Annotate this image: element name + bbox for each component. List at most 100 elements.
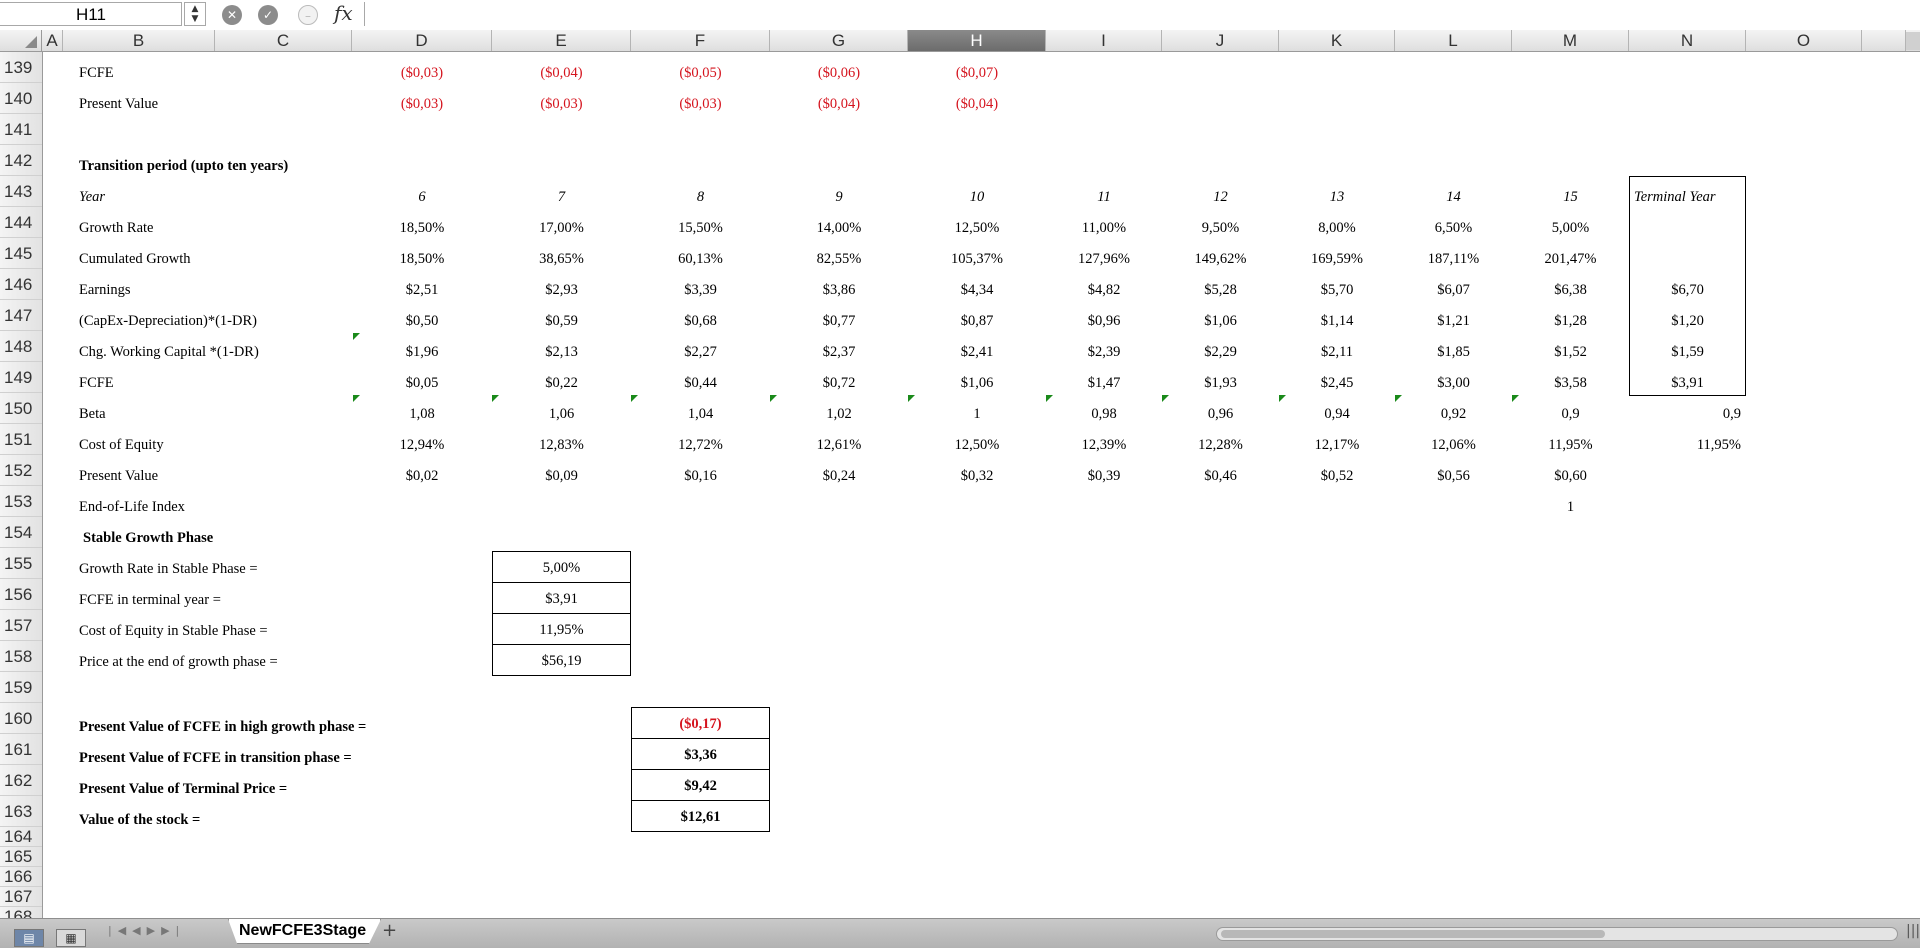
transition-working-capital-cell[interactable]: $2,37 (770, 337, 908, 368)
comment-marker[interactable] (631, 395, 638, 402)
vertical-scrollbar[interactable] (1906, 32, 1920, 50)
transition-capex-cell[interactable]: $1,21 (1395, 306, 1512, 337)
transition-beta-cell[interactable]: 1,02 (770, 399, 908, 430)
transition-present-value-cell[interactable]: $0,56 (1395, 461, 1512, 492)
transition-earnings-cell[interactable]: $5,70 (1279, 275, 1395, 306)
stable-growth-value[interactable]: 5,00% (492, 551, 631, 583)
transition-beta-cell[interactable]: 0,98 (1046, 399, 1162, 430)
transition-growth-rate-cell[interactable]: 18,50% (352, 213, 492, 244)
column-header-n[interactable]: N (1629, 30, 1746, 51)
transition-capex-cell[interactable]: $1,14 (1279, 306, 1395, 337)
transition-growth-rate-cell[interactable]: 9,50% (1162, 213, 1279, 244)
sheet-tab-newfcfe3stage[interactable]: NewFCFE3Stage (228, 919, 382, 944)
transition-year-cell[interactable]: 9 (770, 182, 908, 213)
comment-marker[interactable] (353, 395, 360, 402)
transition-beta-cell[interactable]: 1,08 (352, 399, 492, 430)
column-header-b[interactable]: B (63, 30, 215, 51)
comment-marker[interactable] (1046, 395, 1053, 402)
row-header[interactable]: 140 (0, 83, 42, 114)
page-layout-view-icon[interactable]: ▦ (56, 929, 86, 947)
transition-beta-cell[interactable]: 1 (908, 399, 1046, 430)
transition-present-value-cell[interactable]: $0,16 (631, 461, 770, 492)
transition-cumulated-growth-cell[interactable]: 127,96% (1046, 244, 1162, 275)
transition-growth-rate-cell[interactable]: 11,00% (1046, 213, 1162, 244)
fcfe-label[interactable]: FCFE (79, 58, 114, 89)
terminal-capex[interactable]: $1,20 (1629, 306, 1746, 337)
capex-label[interactable]: (CapEx-Depreciation)*(1-DR) (79, 306, 257, 337)
transition-year-cell[interactable]: 7 (492, 182, 631, 213)
transition-year-cell[interactable]: 13 (1279, 182, 1395, 213)
row-header[interactable]: 163 (0, 796, 42, 827)
transition-cumulated-growth-cell[interactable]: 149,62% (1162, 244, 1279, 275)
high-growth-present-value-cell[interactable]: ($0,03) (352, 89, 492, 120)
pv-transition-value[interactable]: $3,36 (631, 738, 770, 770)
transition-working-capital-cell[interactable]: $2,13 (492, 337, 631, 368)
transition-present-value-cell[interactable]: $0,60 (1512, 461, 1629, 492)
column-header-c[interactable]: C (215, 30, 352, 51)
row-header[interactable]: 142 (0, 145, 42, 176)
fx-icon[interactable]: fx (334, 1, 353, 25)
transition-year-cell[interactable]: 6 (352, 182, 492, 213)
transition-earnings-cell[interactable]: $4,34 (908, 275, 1046, 306)
transition-present-value-cell[interactable]: $0,39 (1046, 461, 1162, 492)
transition-working-capital-cell[interactable]: $2,41 (908, 337, 1046, 368)
transition-working-capital-cell[interactable]: $2,27 (631, 337, 770, 368)
transition-cumulated-growth-cell[interactable]: 169,59% (1279, 244, 1395, 275)
column-header-k[interactable]: K (1279, 30, 1395, 51)
transition-cost-of_equity-cell[interactable]: 11,95% (1512, 430, 1629, 461)
terminal-fcfe[interactable]: $3,91 (1629, 368, 1746, 399)
transition-present-value-cell[interactable]: $0,24 (770, 461, 908, 492)
comment-marker[interactable] (770, 395, 777, 402)
transition-cumulated-growth-cell[interactable]: 187,11% (1395, 244, 1512, 275)
pv-high-growth-value[interactable]: ($0,17) (631, 707, 770, 739)
transition-year-cell[interactable]: 8 (631, 182, 770, 213)
row-header[interactable]: 144 (0, 207, 42, 238)
end-of-life-value[interactable]: 1 (1512, 492, 1629, 523)
high-growth-fcfe-cell[interactable]: ($0,03) (352, 58, 492, 89)
transition-capex-cell[interactable]: $0,50 (352, 306, 492, 337)
row-header[interactable]: 154 (0, 517, 42, 548)
row-header[interactable]: 141 (0, 114, 42, 145)
row-header[interactable]: 153 (0, 486, 42, 517)
transition-present-value-cell[interactable]: $0,02 (352, 461, 492, 492)
transition-earnings-cell[interactable]: $2,93 (492, 275, 631, 306)
column-header-e[interactable]: E (492, 30, 631, 51)
transition-growth-rate-cell[interactable]: 6,50% (1395, 213, 1512, 244)
horizontal-scrollbar[interactable] (1216, 927, 1898, 941)
transition-capex-cell[interactable]: $0,77 (770, 306, 908, 337)
select-all-corner[interactable] (0, 30, 42, 51)
row-header[interactable]: 168 (0, 907, 42, 918)
transition-growth-rate-cell[interactable]: 5,00% (1512, 213, 1629, 244)
transition-title[interactable]: Transition period (upto ten years) (79, 151, 288, 182)
terminal-earnings[interactable]: $6,70 (1629, 275, 1746, 306)
transition-fcfe-cell[interactable]: $0,22 (492, 368, 631, 399)
transition-cost-of_equity-cell[interactable]: 12,06% (1395, 430, 1512, 461)
transition-fcfe-cell[interactable]: $0,72 (770, 368, 908, 399)
row-header[interactable]: 147 (0, 300, 42, 331)
function-circle-icon[interactable]: – (298, 5, 318, 25)
high-growth-fcfe-cell[interactable]: ($0,07) (908, 58, 1046, 89)
transition-growth-rate-cell[interactable]: 14,00% (770, 213, 908, 244)
add-sheet-button[interactable]: + (382, 921, 397, 941)
normal-view-icon[interactable]: ▤ (14, 929, 44, 947)
comment-marker[interactable] (1395, 395, 1402, 402)
row-header[interactable]: 159 (0, 672, 42, 703)
terminal-working-capital[interactable]: $1,59 (1629, 337, 1746, 368)
beta-label[interactable]: Beta (79, 399, 106, 430)
stable-coe-value[interactable]: 11,95% (492, 613, 631, 645)
transition-fcfe-cell[interactable]: $1,47 (1046, 368, 1162, 399)
stock-value-label[interactable]: Value of the stock = (79, 805, 200, 836)
row-header[interactable]: 150 (0, 393, 42, 424)
row-header[interactable]: 162 (0, 765, 42, 796)
transition-working-capital-cell[interactable]: $2,11 (1279, 337, 1395, 368)
split-handle-icon[interactable]: ||| (1906, 923, 1920, 939)
row-header[interactable]: 160 (0, 703, 42, 734)
present-value-label[interactable]: Present Value (79, 89, 158, 120)
horizontal-scroll-thumb[interactable] (1221, 930, 1605, 938)
stable-coe-label[interactable]: Cost of Equity in Stable Phase = (79, 616, 268, 647)
terminal-cost-of-equity[interactable]: 11,95% (1629, 430, 1741, 461)
comment-marker[interactable] (1512, 395, 1519, 402)
transition-cumulated-growth-cell[interactable]: 38,65% (492, 244, 631, 275)
high-growth-present-value-cell[interactable]: ($0,03) (492, 89, 631, 120)
transition-fcfe-cell[interactable]: $1,93 (1162, 368, 1279, 399)
